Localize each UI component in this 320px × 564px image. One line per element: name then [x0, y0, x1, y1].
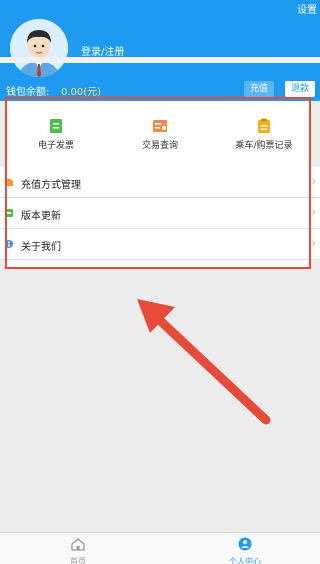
- tab-label: 个人中心: [229, 557, 261, 564]
- tab-personal-center[interactable]: 个人中心: [215, 536, 275, 564]
- tab-home[interactable]: 首页: [48, 536, 108, 564]
- user-icon: [238, 537, 252, 551]
- bottom-tab-bar: 首页 个人中心: [0, 532, 320, 564]
- home-icon: [71, 538, 85, 551]
- tab-label: 首页: [70, 557, 86, 564]
- annotation-arrow: [137, 299, 271, 425]
